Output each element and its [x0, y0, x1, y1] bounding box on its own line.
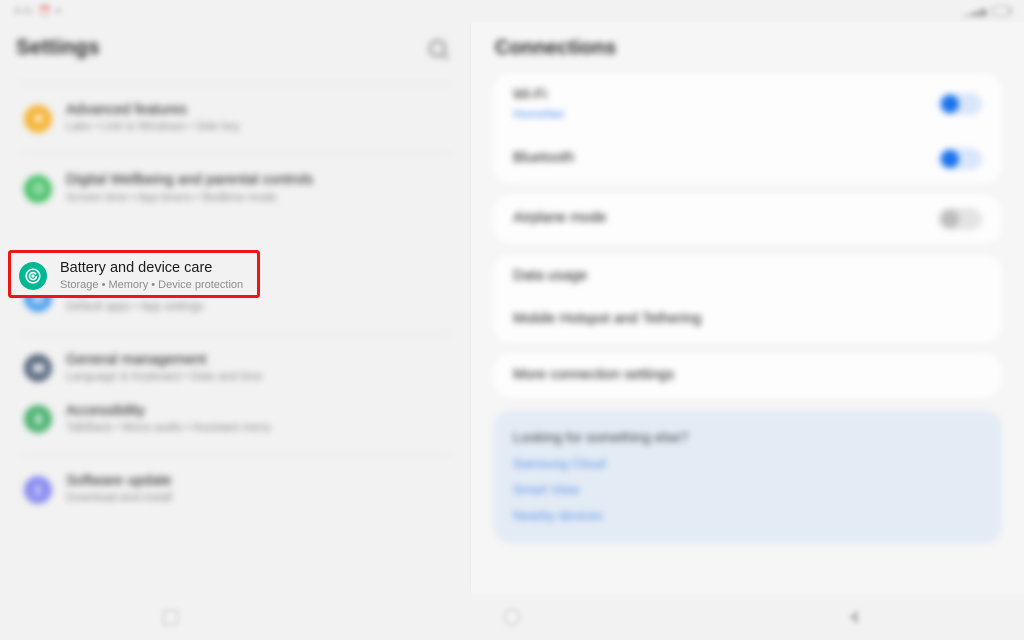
connections-title: Connections: [495, 36, 617, 59]
settings-screen: 9:41 ⏰ ▾ ▁▃▅ Settings Advanced features …: [0, 0, 1024, 640]
connections-header: Connections: [471, 22, 1024, 74]
clock-time: 9:41: [14, 5, 34, 17]
airplane-mode-card: Airplane mode: [493, 194, 1002, 243]
digital-wellbeing-icon: [24, 174, 52, 203]
data-settings-card: Data usage Mobile Hotspot and Tethering: [493, 254, 1002, 342]
home-icon: [503, 609, 520, 625]
sidebar-item-software-update[interactable]: Software update Download and install: [14, 464, 456, 515]
looking-for-something-else-card: Looking for something else? Samsung Clou…: [493, 410, 1002, 543]
connections-row-data-usage[interactable]: Data usage: [493, 255, 1002, 298]
recents-icon: [163, 609, 179, 625]
sidebar-item-subtitle: TalkBack • Mono audio • Assistant menu: [66, 422, 271, 435]
back-icon: [848, 610, 858, 624]
looking-for-link-smart-view[interactable]: Smart View: [513, 482, 982, 497]
sidebar-item-texts: General management Language & Keyboard •…: [66, 352, 262, 385]
search-icon: [428, 39, 446, 57]
battery-device-care-icon: [19, 262, 47, 291]
general-management-icon: [24, 354, 52, 383]
status-bar-right: ▁▃▅: [963, 5, 1012, 17]
accessibility-icon: [24, 405, 52, 434]
highlight-box-battery-and-device-care: Battery and device care Storage • Memory…: [8, 250, 260, 298]
looking-for-title: Looking for something else?: [513, 428, 689, 445]
connections-row-mobile-hotspot-and-tethering[interactable]: Mobile Hotspot and Tethering: [493, 298, 1002, 341]
status-bar: 9:41 ⏰ ▾ ▁▃▅: [0, 0, 1024, 22]
row-title: Wi-Fi: [513, 87, 547, 103]
toggle-knob: [941, 149, 959, 168]
sidebar-item-texts: Software update Download and install: [66, 473, 172, 506]
sidebar-item-title: Battery and device care: [60, 260, 213, 276]
row-texts: Mobile Hotspot and Tethering: [513, 311, 701, 328]
sidebar-item-texts: Digital Wellbeing and parental controls …: [66, 172, 313, 205]
network-settings-card: Wi-Fi HomeNet Bluetooth: [493, 74, 1002, 183]
looking-for-link-samsung-cloud[interactable]: Samsung Cloud: [513, 456, 982, 471]
row-texts: Data usage: [513, 268, 587, 285]
list-divider: [20, 153, 450, 155]
row-title: Mobile Hotspot and Tethering: [513, 311, 702, 328]
sidebar-item-general-management[interactable]: General management Language & Keyboard •…: [14, 343, 456, 394]
airplane-mode-toggle[interactable]: [938, 207, 982, 230]
sidebar-item-texts: Accessibility TalkBack • Mono audio • As…: [66, 403, 271, 436]
right-pane-blurred-content: Connections Wi-Fi HomeNet Bluetooth Airp…: [471, 22, 1024, 543]
row-title: Data usage: [513, 267, 588, 284]
looking-for-link-nearby-devices[interactable]: Nearby devices: [513, 508, 982, 523]
status-bar-left: 9:41 ⏰ ▾: [14, 6, 61, 17]
sidebar-item-texts: Advanced features Labs • Link to Windows…: [66, 102, 240, 135]
signal-icon: ▁▃▅: [963, 5, 987, 17]
row-texts: Airplane mode: [513, 210, 607, 227]
toggle-knob: [941, 95, 959, 114]
list-divider: [20, 332, 450, 334]
sidebar-item-subtitle: Default apps • App settings: [66, 300, 204, 313]
list-divider: [20, 83, 450, 84]
row-title: Airplane mode: [513, 210, 607, 227]
settings-list-pane: Settings Advanced features Labs • Link t…: [0, 22, 470, 594]
two-pane-layout: Settings Advanced features Labs • Link t…: [0, 22, 1024, 594]
sidebar-item-subtitle: Screen time • App timers • Bedtime mode: [66, 191, 277, 204]
software-update-icon: [24, 475, 52, 504]
sidebar-item-title: Software update: [66, 472, 172, 489]
sidebar-item-subtitle: Storage • Memory • Device protection: [60, 279, 244, 292]
search-button[interactable]: [422, 33, 452, 63]
row-texts: Wi-Fi HomeNet: [513, 87, 564, 122]
sidebar-item-texts: Battery and device care Storage • Memory…: [60, 260, 243, 293]
back-button[interactable]: [841, 605, 865, 629]
sidebar-item-subtitle: Labs • Link to Windows • Side key: [66, 121, 240, 134]
connections-row-airplane-mode[interactable]: Airplane mode: [493, 195, 1002, 243]
sidebar-item-title: General management: [66, 351, 207, 368]
row-subtitle: HomeNet: [513, 107, 564, 122]
row-texts: Bluetooth: [513, 150, 574, 167]
wifi-toggle[interactable]: [938, 93, 982, 116]
page-title: Settings: [16, 36, 100, 59]
connections-body: Wi-Fi HomeNet Bluetooth Airplane mode Da…: [471, 74, 1024, 543]
row-texts: More connection settings: [513, 367, 674, 384]
home-button[interactable]: [500, 605, 524, 629]
android-navigation-bar: [0, 594, 1024, 640]
sidebar-item-title: Advanced features: [66, 102, 187, 118]
sidebar-item-subtitle: Language & Keyboard • Date and time: [66, 370, 263, 383]
toggle-knob: [941, 209, 959, 228]
sidebar-item-digital-wellbeing[interactable]: Digital Wellbeing and parental controls …: [14, 163, 456, 214]
row-title: More connection settings: [513, 366, 675, 383]
bluetooth-toggle[interactable]: [938, 147, 982, 170]
connections-detail-pane: Connections Wi-Fi HomeNet Bluetooth Airp…: [470, 22, 1024, 594]
settings-header: Settings: [0, 22, 470, 74]
alarm-icon: ⏰: [38, 5, 51, 17]
sidebar-item-battery-and-device-care[interactable]: Battery and device care Storage • Memory…: [11, 253, 257, 300]
wifi-icon: ▾: [55, 5, 61, 17]
battery-icon: [992, 6, 1012, 16]
sidebar-item-advanced-features[interactable]: Advanced features Labs • Link to Windows…: [14, 93, 456, 144]
connections-row-bluetooth[interactable]: Bluetooth: [493, 135, 1002, 183]
list-divider: [20, 453, 450, 455]
more-settings-card: More connection settings: [493, 353, 1002, 397]
recents-button[interactable]: [159, 605, 183, 629]
sidebar-item-subtitle: Download and install: [66, 492, 173, 505]
sidebar-item-title: Accessibility: [66, 402, 145, 419]
row-title: Bluetooth: [513, 150, 575, 167]
sidebar-item-title: Digital Wellbeing and parental controls: [66, 172, 314, 189]
connections-row-more-connection-settings[interactable]: More connection settings: [493, 354, 1002, 397]
sidebar-item-accessibility[interactable]: Accessibility TalkBack • Mono audio • As…: [14, 394, 456, 445]
connections-row-wifi[interactable]: Wi-Fi HomeNet: [493, 74, 1002, 135]
advanced-features-icon: [24, 104, 52, 133]
